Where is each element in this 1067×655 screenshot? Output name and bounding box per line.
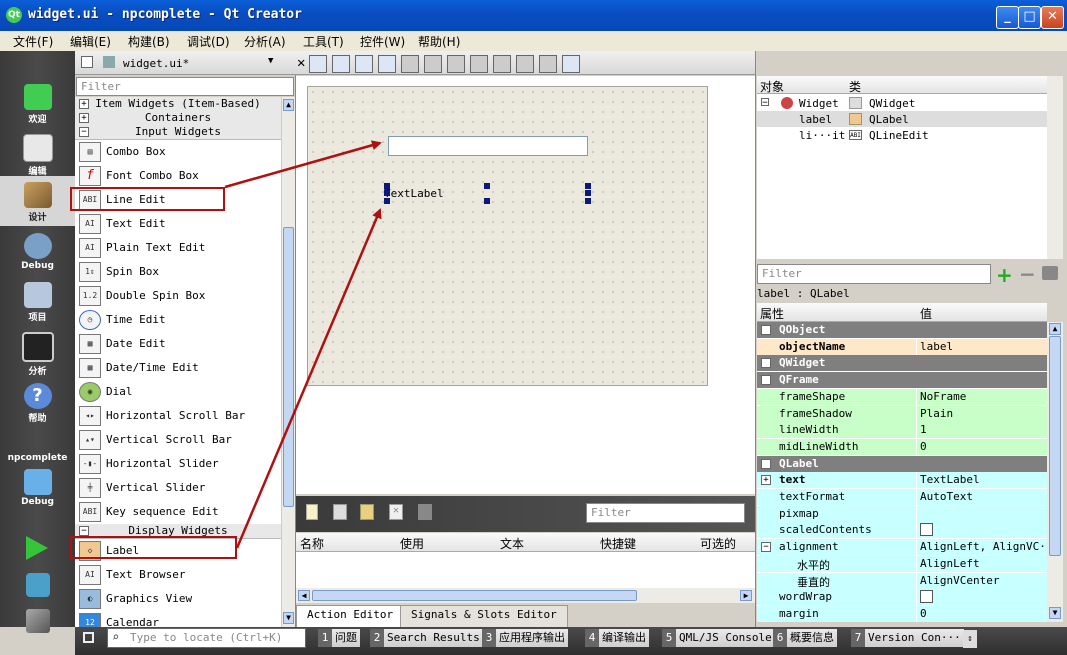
annotation-arrow bbox=[235, 208, 382, 549]
annotation-arrow bbox=[224, 140, 382, 189]
annotation-arrows bbox=[224, 140, 382, 549]
